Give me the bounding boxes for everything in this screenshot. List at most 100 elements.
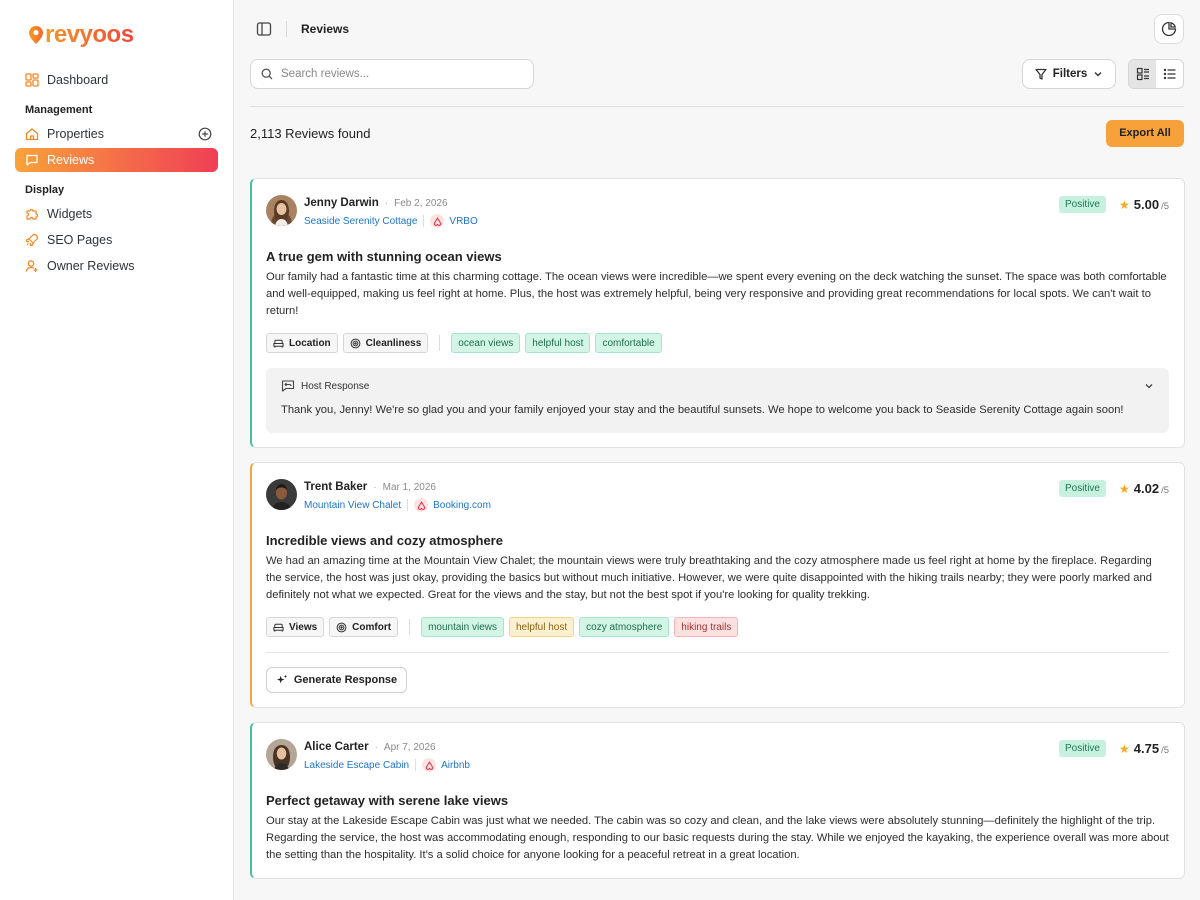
property-link[interactable]: Seaside Serenity Cottage: [304, 216, 417, 227]
view-toggle: [1128, 59, 1184, 89]
platform-name[interactable]: Booking.com: [433, 500, 491, 511]
topbar-divider: [286, 20, 287, 37]
platform-name[interactable]: Airbnb: [441, 760, 470, 771]
reviewer-name: Jenny Darwin: [304, 197, 379, 209]
rating-max: /5: [1161, 745, 1169, 756]
list-view-button[interactable]: [1156, 60, 1183, 88]
sidebar-item-label: Properties: [47, 127, 104, 141]
keyword-tag: comfortable: [595, 333, 662, 353]
reply-icon: [281, 380, 295, 392]
sidebar-toggle-icon[interactable]: [256, 21, 272, 37]
platform-name[interactable]: VRBO: [449, 216, 477, 227]
page-title: Reviews: [301, 21, 350, 36]
category-tag: Cleanliness: [342, 333, 429, 353]
search-input[interactable]: [281, 68, 521, 80]
review-body: Our stay at the Lakeside Escape Cabin wa…: [266, 815, 1169, 861]
user-icon: [25, 259, 39, 273]
results-count: 2,113 Reviews found: [250, 125, 371, 141]
search-icon: [261, 68, 273, 80]
rating-value: 4.02: [1133, 481, 1160, 496]
star-icon: ★: [1118, 742, 1130, 756]
review-tags: Views Comfort mountain views helpful hos…: [266, 617, 1169, 637]
search-box[interactable]: [250, 59, 534, 89]
host-response-header[interactable]: Host Response: [281, 378, 1154, 394]
review-title: Incredible views and cozy atmosphere: [266, 533, 503, 548]
platform-icon: [422, 758, 437, 772]
meta-separator: ·: [373, 481, 377, 493]
rating-value: 5.00: [1133, 197, 1160, 212]
rating-max: /5: [1161, 201, 1169, 212]
review-body: Our family had a fantastic time at this …: [266, 271, 1167, 317]
toolbar: Filters: [234, 58, 1200, 90]
export-all-button[interactable]: Export All: [1106, 119, 1184, 147]
review-meta: Jenny Darwin · Feb 2, 2026 Seaside Seren…: [304, 195, 478, 229]
rating: ★ 4.02 /5: [1119, 481, 1169, 496]
card-view-button[interactable]: [1129, 60, 1156, 88]
keyword-tag: ocean views: [451, 333, 521, 353]
review-title: A true gem with stunning ocean views: [266, 249, 502, 264]
meta-separator: ·: [374, 741, 378, 753]
avatar: [266, 479, 297, 510]
review-date: Feb 2, 2026: [394, 197, 448, 209]
review-meta: Trent Baker · Mar 1, 2026 Mountain View …: [304, 479, 491, 513]
meta-separator: ·: [384, 197, 389, 209]
review-list: Jenny Darwin · Feb 2, 2026 Seaside Seren…: [234, 178, 1200, 879]
puzzle-icon: [25, 207, 39, 221]
review-score: Positive ★ 4.75 /5: [1058, 740, 1169, 757]
logo-text: revyoos: [45, 21, 134, 48]
avatar: [266, 739, 297, 770]
sidebar-item-dashboard[interactable]: Dashboard: [15, 68, 218, 92]
meta-divider: [407, 499, 409, 511]
review-title: Perfect getaway with serene lake views: [266, 793, 509, 808]
sidebar-item-owner-reviews[interactable]: Owner Reviews: [15, 254, 218, 278]
sidebar-item-seo-pages[interactable]: SEO Pages: [15, 228, 218, 252]
main-content: Reviews Filters: [234, 0, 1200, 900]
keyword-tag: mountain views: [421, 617, 504, 637]
analytics-button[interactable]: [1154, 13, 1184, 44]
add-property-icon[interactable]: [198, 127, 212, 141]
generate-response-button[interactable]: Generate Response: [266, 667, 407, 693]
review-meta: Alice Carter · Apr 7, 2026 Lakeside Esca…: [304, 739, 470, 773]
target-icon: [350, 338, 361, 348]
meta-divider: [415, 759, 417, 771]
avatar: [266, 195, 297, 226]
reviewer-name: Alice Carter: [304, 741, 369, 753]
review-card: Jenny Darwin · Feb 2, 2026 Seaside Seren…: [250, 178, 1185, 448]
review-score: Positive ★ 5.00 /5: [1058, 196, 1169, 213]
filters-button[interactable]: Filters: [1022, 59, 1116, 89]
revyoos-logo[interactable]: revyoos: [29, 20, 218, 50]
category-tag: Views: [266, 617, 325, 637]
section-label-management: Management: [25, 104, 93, 116]
property-link[interactable]: Mountain View Chalet: [304, 500, 401, 511]
sidebar-item-widgets[interactable]: Widgets: [15, 202, 218, 226]
sentiment-badge: Positive: [1058, 196, 1106, 213]
platform-icon: [414, 498, 429, 512]
filter-icon: [1035, 68, 1047, 80]
review-date: Mar 1, 2026: [382, 481, 436, 493]
sidebar-item-label: Dashboard: [47, 73, 109, 87]
sofa-icon: [273, 339, 284, 348]
results-bar: 2,113 Reviews found Export All: [234, 119, 1200, 147]
review-card: Trent Baker · Mar 1, 2026 Mountain View …: [250, 462, 1185, 708]
rating: ★ 5.00 /5: [1119, 197, 1169, 212]
category-label: Views: [289, 621, 318, 633]
sidebar-item-reviews[interactable]: Reviews: [15, 148, 218, 172]
star-icon: ★: [1118, 198, 1130, 212]
star-icon: ★: [1118, 482, 1130, 496]
sidebar-item-properties[interactable]: Properties: [15, 122, 218, 146]
card-view-icon: [1136, 67, 1149, 81]
property-link[interactable]: Lakeside Escape Cabin: [304, 760, 409, 771]
sidebar-item-label: Widgets: [47, 207, 93, 221]
sentiment-badge: Positive: [1058, 740, 1106, 757]
review-header: Alice Carter · Apr 7, 2026 Lakeside Esca…: [266, 739, 1169, 773]
keyword-tag: hiking trails: [674, 617, 739, 637]
rating-value: 4.75: [1133, 741, 1160, 756]
location-pin-icon: [29, 26, 43, 44]
home-icon: [25, 127, 39, 141]
card-divider: [266, 652, 1169, 653]
category-tag: Location: [266, 333, 338, 353]
tag-divider: [409, 619, 411, 635]
section-label-display: Display: [25, 184, 65, 196]
topbar: Reviews: [234, 0, 1200, 58]
chevron-down-icon[interactable]: [1144, 381, 1154, 391]
